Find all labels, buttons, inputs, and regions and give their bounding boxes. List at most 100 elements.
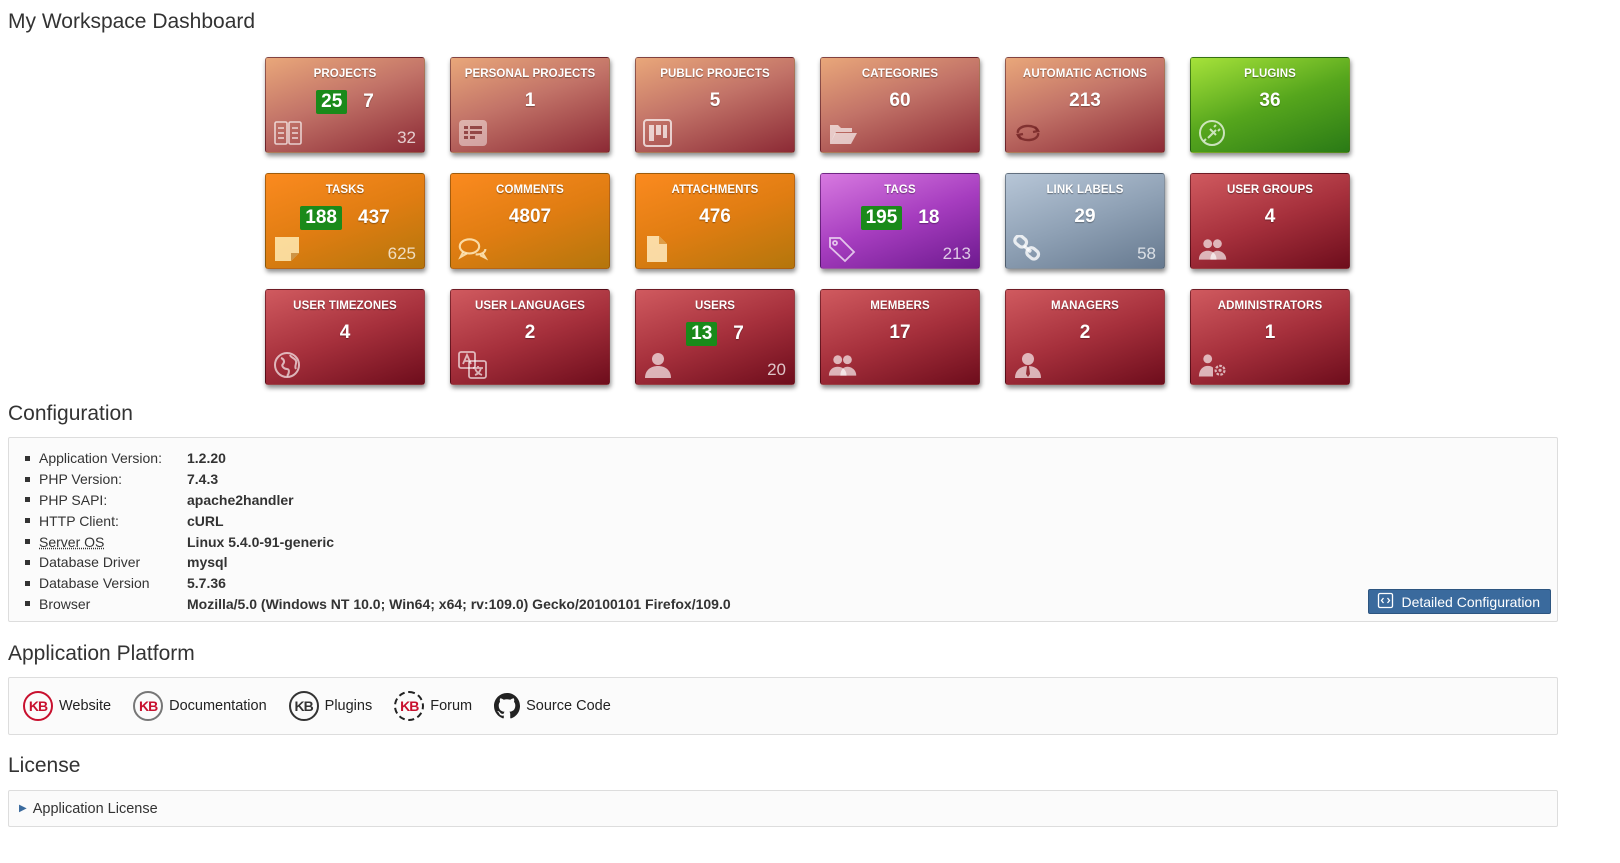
tile-link-labels[interactable]: LINK LABELS 29 58 [1005, 173, 1165, 269]
tile-user-groups[interactable]: USER GROUPS 4 [1190, 173, 1350, 269]
tile-plugins[interactable]: PLUGINS 36 [1190, 57, 1350, 153]
license-disclosure[interactable]: ▶ Application License [8, 790, 1558, 827]
tile-label: LINK LABELS [1046, 184, 1124, 196]
tile-administrators[interactable]: ADMINISTRATORS 1 [1190, 289, 1350, 385]
config-value: cURL [187, 512, 224, 529]
tile-managers[interactable]: MANAGERS 2 [1005, 289, 1165, 385]
plug-icon [1198, 119, 1228, 147]
tile-users[interactable]: USERS 13 7 20 [635, 289, 795, 385]
tile-label: ADMINISTRATORS [1217, 300, 1323, 312]
tile-value: 1 [524, 90, 536, 111]
tile-label: MEMBERS [870, 300, 930, 312]
tile-user-timezones[interactable]: USER TIMEZONES 4 [265, 289, 425, 385]
tile-public-projects[interactable]: PUBLIC PROJECTS 5 [635, 57, 795, 153]
disclosure-triangle-icon: ▶ [19, 803, 27, 814]
source-code-link-label: Source Code [526, 698, 611, 714]
website-link[interactable]: KB Website [23, 691, 111, 721]
tile-value: 4807 [508, 206, 552, 227]
tile-label: MANAGERS [1051, 300, 1119, 312]
config-item: Database Driver mysql [25, 552, 1557, 573]
config-label: HTTP Client: [39, 512, 119, 529]
config-value: mysql [187, 554, 228, 571]
detailed-configuration-button[interactable]: Detailed Configuration [1368, 589, 1551, 614]
tile-label: AUTOMATIC ACTIONS [1022, 68, 1148, 80]
folder-open-icon [828, 119, 858, 147]
tile-projects[interactable]: PROJECTS 25 7 32 [265, 57, 425, 153]
config-value: 7.4.3 [187, 471, 219, 488]
tile-total: 213 [942, 244, 971, 263]
tile-label: PERSONAL PROJECTS [464, 68, 596, 80]
forum-link-label: Forum [430, 698, 473, 714]
user-icon [643, 351, 673, 379]
tile-automatic-actions[interactable]: AUTOMATIC ACTIONS 213 [1005, 57, 1165, 153]
config-item: Browser Mozilla/5.0 (Windows NT 10.0; Win… [25, 594, 1557, 615]
code-file-icon [1377, 592, 1394, 612]
tile-value: 2 [524, 322, 536, 343]
tile-tasks[interactable]: TASKS 188 437 625 [265, 173, 425, 269]
config-label: Database Version [39, 575, 150, 592]
chain-link-icon [1013, 234, 1043, 263]
tile-label: USERS [694, 300, 736, 312]
tile-value: 5 [709, 90, 721, 111]
website-link-label: Website [59, 698, 112, 714]
tile-personal-projects[interactable]: PERSONAL PROJECTS 1 [450, 57, 610, 153]
tile-badge: 188 [300, 206, 342, 230]
tile-value: 1 [1264, 322, 1276, 343]
tile-badge: 13 [686, 322, 718, 346]
user-tie-icon [1013, 351, 1043, 379]
translate-icon [458, 351, 488, 379]
config-value: 5.7.36 [187, 575, 226, 592]
tile-comments[interactable]: COMMENTS 4807 [450, 173, 610, 269]
tile-label: PLUGINS [1244, 68, 1296, 80]
tile-members[interactable]: MEMBERS 17 [820, 289, 980, 385]
tile-value: 29 [1074, 206, 1096, 227]
sticky-note-icon [273, 235, 303, 263]
license-summary: Application License [32, 800, 158, 817]
tile-value: 476 [699, 206, 731, 227]
config-label: PHP Version: [39, 471, 123, 488]
tile-value: 36 [1259, 90, 1281, 111]
tile-label: COMMENTS [496, 184, 564, 196]
config-item: HTTP Client: cURL [25, 510, 1557, 531]
forum-link[interactable]: KB Forum [394, 691, 472, 721]
plugins-link[interactable]: KB Plugins [288, 691, 372, 721]
tile-label: USER TIMEZONES [293, 300, 397, 312]
tile-value: 4 [339, 322, 351, 343]
tile-tags[interactable]: TAGS 195 18 213 [820, 173, 980, 269]
configuration-panel: Application Version: 1.2.20 PHP Version: 7… [8, 437, 1558, 622]
kb-logo-icon: KB [133, 691, 164, 721]
tile-total: 58 [1137, 244, 1156, 263]
config-label: Database Driver [39, 554, 141, 571]
documentation-link-label: Documentation [169, 698, 267, 714]
license-title: License [8, 754, 81, 777]
tile-value: 7 [363, 91, 374, 112]
stats-tiles: PROJECTS 25 7 32 PERSONAL PROJECTS 1 PUBL… [265, 57, 1350, 385]
config-value: apache2handler [187, 491, 294, 508]
kb-logo-icon: KB [288, 691, 319, 721]
tile-label: ATTACHMENTS [671, 184, 759, 196]
user-gear-icon [1198, 351, 1228, 379]
project-cards-icon [273, 119, 303, 147]
tile-user-languages[interactable]: USER LANGUAGES 2 [450, 289, 610, 385]
tile-attachments[interactable]: ATTACHMENTS 476 [635, 173, 795, 269]
config-label: Browser [39, 595, 91, 612]
tile-value: 2 [1079, 322, 1091, 343]
tile-label: TAGS [884, 184, 916, 196]
tile-categories[interactable]: CATEGORIES 60 [820, 57, 980, 153]
config-label: Application Version: [39, 450, 162, 467]
tile-badge: 195 [860, 206, 903, 230]
config-label: Server OS [39, 533, 105, 550]
platform-panel: KB Website KB Documentation KB Plugins K… [8, 677, 1558, 735]
chat-bubbles-icon [458, 235, 489, 263]
tile-total: 20 [767, 360, 786, 379]
tile-label: CATEGORIES [861, 68, 939, 80]
tile-badge: 25 [316, 90, 348, 114]
platform-title: Application Platform [8, 642, 195, 665]
globe-icon [273, 351, 303, 379]
tile-value: 60 [889, 90, 911, 111]
file-icon [643, 235, 673, 263]
github-icon [494, 693, 521, 719]
source-code-link[interactable]: Source Code [494, 693, 611, 719]
documentation-link[interactable]: KB Documentation [133, 691, 267, 721]
config-value: Linux 5.4.0-91-generic [187, 533, 335, 550]
